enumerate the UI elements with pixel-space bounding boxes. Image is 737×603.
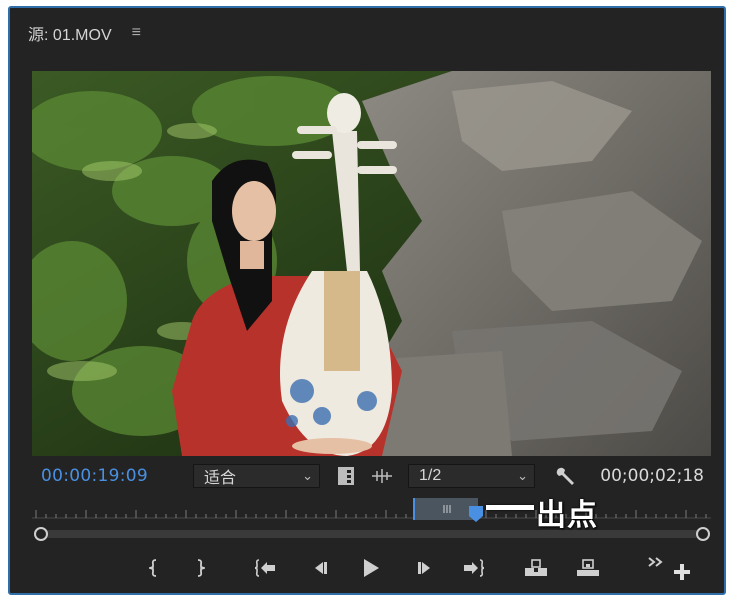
monitor-controls-row: 00:00:19:09 适合 ⌄ 1/2 ⌄ 00;00;02;18 (10, 460, 724, 492)
panel-title-separator: : (44, 27, 49, 44)
annotation-pointer-line (486, 505, 534, 510)
add-button-icon[interactable] (668, 560, 696, 584)
play-icon[interactable] (357, 556, 385, 580)
duration-timecode: 00;00;02;18 (600, 466, 704, 486)
overwrite-icon[interactable] (574, 556, 602, 580)
video-frame-image (32, 71, 711, 456)
video-preview[interactable] (32, 71, 711, 456)
mark-out-icon[interactable] (186, 556, 214, 580)
time-ruler[interactable] (32, 496, 711, 544)
out-point-annotation: 出点 (536, 499, 598, 532)
chevron-down-icon: ⌄ (302, 468, 313, 483)
zoom-scroll-bar[interactable] (38, 530, 705, 538)
panel-title-prefix: 源 (28, 27, 45, 44)
hamburger-menu-icon[interactable]: ≡ (132, 24, 141, 42)
safe-margins-icon[interactable] (336, 466, 356, 486)
mark-in-icon[interactable] (140, 556, 168, 580)
audio-waveform-icon[interactable] (370, 468, 394, 484)
clip-name: 01.MOV (52, 27, 112, 44)
in-out-range[interactable] (414, 498, 478, 520)
transport-controls (10, 548, 724, 588)
ruler-ticks (32, 510, 711, 519)
source-monitor-panel: 源: 01.MOV ≡ 00:00:19:09 适合 ⌄ 1/2 ⌄ 00;00… (8, 6, 726, 595)
chevron-down-icon: ⌄ (517, 468, 528, 483)
more-icon[interactable] (642, 550, 670, 574)
insert-icon[interactable] (522, 556, 550, 580)
panel-title-bar: 源: 01.MOV ≡ (28, 18, 141, 48)
step-forward-icon[interactable] (411, 556, 439, 580)
go-to-out-icon[interactable] (459, 556, 487, 580)
go-to-in-icon[interactable] (252, 556, 280, 580)
playback-resolution-value: 1/2 (419, 467, 442, 484)
current-timecode[interactable]: 00:00:19:09 (41, 466, 148, 486)
step-back-icon[interactable] (306, 556, 334, 580)
zoom-level-select[interactable]: 适合 ⌄ (193, 464, 320, 488)
zoom-handle-left[interactable] (34, 527, 48, 541)
zoom-handle-right[interactable] (696, 527, 710, 541)
zoom-level-value: 适合 (204, 470, 237, 487)
wrench-settings-icon[interactable] (553, 464, 577, 488)
panel-title[interactable]: 源: 01.MOV (28, 21, 112, 45)
playback-resolution-select[interactable]: 1/2 ⌄ (408, 464, 535, 488)
